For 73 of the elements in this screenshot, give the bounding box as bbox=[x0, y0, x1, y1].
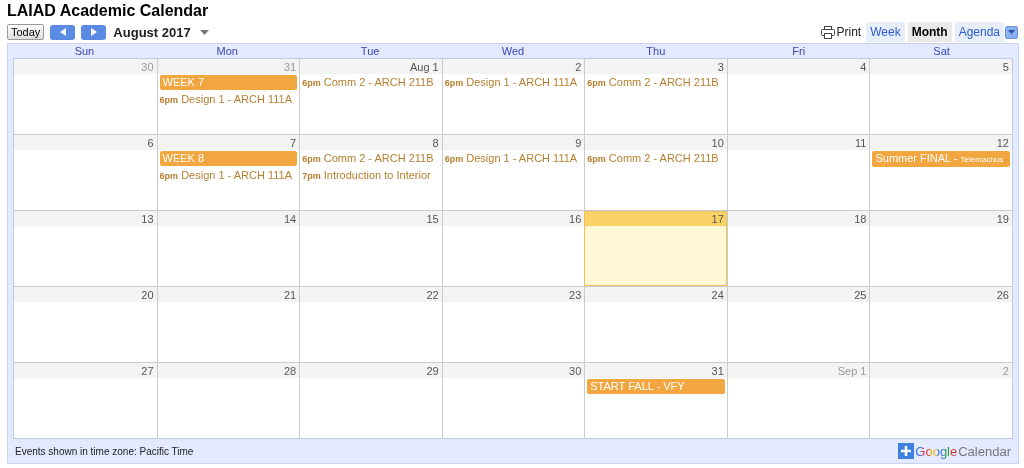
day-number: 7 bbox=[290, 136, 297, 149]
dropdown-button[interactable] bbox=[1005, 25, 1018, 39]
view-tab[interactable]: Agenda bbox=[954, 22, 1004, 42]
event-entry[interactable]: 6pm Comm 2 - ARCH 211B bbox=[300, 74, 442, 91]
printer-icon bbox=[821, 25, 836, 39]
event-entry[interactable]: 6pm Design 1 - ARCH 111A bbox=[442, 74, 585, 91]
weekday-header: Sat bbox=[932, 44, 951, 58]
event-bar[interactable]: Summer FINAL - Telemachus bbox=[872, 151, 1010, 167]
right-triangle-icon bbox=[90, 28, 97, 36]
caret-icon bbox=[1008, 30, 1015, 34]
weekday-header: Thu bbox=[645, 44, 667, 58]
previous-button[interactable] bbox=[50, 24, 76, 40]
day-number: 15 bbox=[426, 212, 439, 225]
day-number: 8 bbox=[432, 136, 439, 149]
day-number: 30 bbox=[141, 60, 154, 73]
event-entry[interactable]: 7pm Introduction to Interior bbox=[300, 167, 442, 184]
plus-icon[interactable] bbox=[898, 443, 915, 459]
event-bar[interactable]: WEEK 8 bbox=[159, 151, 298, 166]
day-number: 26 bbox=[996, 288, 1009, 301]
day-number: 31 bbox=[711, 364, 724, 377]
event-bar[interactable]: START FALL - VFY bbox=[587, 379, 725, 394]
day-number: Sep 1 bbox=[837, 364, 867, 377]
day-number: 2 bbox=[1002, 364, 1009, 377]
day-number: 3 bbox=[717, 60, 724, 73]
day-number: 16 bbox=[569, 212, 582, 225]
brand-label[interactable]: Calendar bbox=[958, 443, 1011, 459]
day-number: 31 bbox=[283, 60, 297, 73]
day-number: 2 bbox=[575, 60, 582, 73]
day-number: 6 bbox=[147, 136, 154, 149]
view-tab[interactable]: Month bbox=[907, 22, 952, 42]
event-entry[interactable]: 6pm Design 1 - ARCH 111A bbox=[157, 167, 300, 184]
day-number: 12 bbox=[996, 136, 1009, 149]
event-entry[interactable]: 6pm Comm 2 - ARCH 211B bbox=[585, 150, 727, 167]
day-number: 14 bbox=[283, 212, 297, 225]
day-number: 29 bbox=[426, 364, 439, 377]
day-number: 13 bbox=[141, 212, 154, 225]
event-entry[interactable]: 6pm Comm 2 - ARCH 211B bbox=[585, 74, 727, 91]
day-number: 11 bbox=[855, 136, 867, 149]
event-entry[interactable]: 6pm Design 1 - ARCH 111A bbox=[442, 150, 585, 167]
timezone-note: Events shown in time zone: Pacific Time bbox=[15, 445, 194, 457]
dropdown-icon[interactable] bbox=[199, 29, 209, 35]
next-button[interactable] bbox=[81, 24, 107, 40]
day-number: 27 bbox=[141, 364, 154, 377]
today-button[interactable]: Today bbox=[7, 24, 45, 40]
view-tab[interactable]: Week bbox=[866, 22, 905, 42]
day-number: 5 bbox=[1002, 60, 1009, 73]
day-number: 21 bbox=[283, 288, 297, 301]
day-number: 30 bbox=[569, 364, 582, 377]
day-number: 10 bbox=[711, 136, 724, 149]
day-number: 9 bbox=[575, 136, 582, 149]
weekday-header: Sun bbox=[73, 44, 96, 58]
day-number: Aug 1 bbox=[409, 60, 439, 73]
calendar-title: LAIAD Academic Calendar bbox=[7, 2, 210, 21]
day-number: 18 bbox=[854, 212, 867, 225]
event-bar[interactable]: WEEK 7 bbox=[159, 75, 298, 90]
weekday-header: Mon bbox=[215, 44, 239, 58]
weekday-header: Wed bbox=[500, 44, 526, 58]
day-number: 24 bbox=[711, 288, 724, 301]
event-entry[interactable]: 6pm Design 1 - ARCH 111A bbox=[157, 91, 300, 108]
print-link[interactable]: Print bbox=[821, 25, 862, 39]
day-number: 17 bbox=[711, 212, 724, 225]
day-number: 4 bbox=[860, 60, 867, 73]
month-label: August 2017 bbox=[113, 24, 191, 40]
day-number: 19 bbox=[996, 212, 1009, 225]
day-number: 23 bbox=[569, 288, 582, 301]
day-number: 25 bbox=[854, 288, 867, 301]
day-number: 20 bbox=[141, 288, 154, 301]
left-triangle-icon bbox=[59, 28, 66, 36]
day-number: 22 bbox=[426, 288, 439, 301]
day-number: 28 bbox=[283, 364, 297, 377]
weekday-header: Fri bbox=[791, 44, 807, 58]
weekday-header: Tue bbox=[359, 44, 381, 58]
event-entry[interactable]: 6pm Comm 2 - ARCH 211B bbox=[300, 150, 442, 167]
